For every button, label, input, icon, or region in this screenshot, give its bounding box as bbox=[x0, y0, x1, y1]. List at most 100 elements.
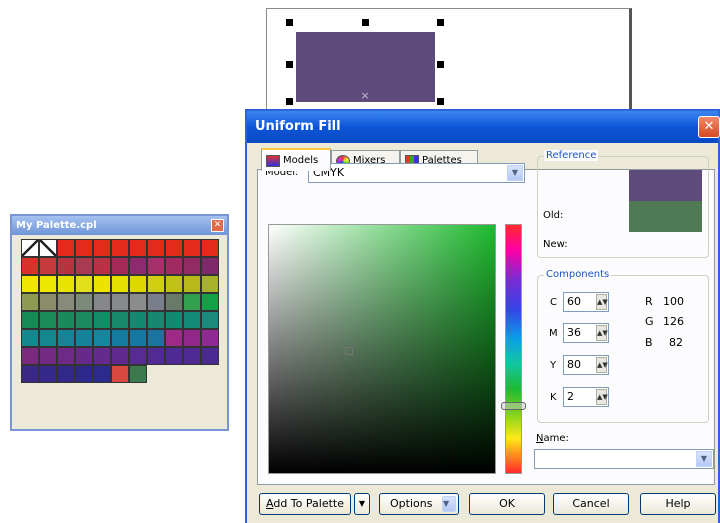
palette-color-swatch[interactable] bbox=[183, 347, 201, 365]
palette-color-swatch[interactable] bbox=[93, 275, 111, 293]
palette-color-swatch[interactable] bbox=[165, 293, 183, 311]
color-picker-marker[interactable] bbox=[345, 347, 353, 355]
color-picker-square[interactable] bbox=[268, 224, 496, 474]
cyan-input[interactable]: 60 ▲▼ bbox=[563, 292, 609, 312]
palette-close-button[interactable]: ✕ bbox=[211, 219, 224, 232]
palette-color-swatch[interactable] bbox=[201, 239, 219, 257]
palette-color-swatch[interactable] bbox=[93, 365, 111, 383]
selection-handle-bottom-left[interactable] bbox=[286, 98, 293, 105]
selection-handle-top-left[interactable] bbox=[286, 19, 293, 26]
palette-color-swatch[interactable] bbox=[129, 275, 147, 293]
palette-color-swatch[interactable] bbox=[75, 293, 93, 311]
add-to-palette-button[interactable]: Add To Palette bbox=[259, 493, 351, 515]
palette-color-swatch[interactable] bbox=[129, 311, 147, 329]
palette-color-swatch[interactable] bbox=[165, 347, 183, 365]
model-dropdown[interactable]: CMYK ▼ bbox=[308, 163, 525, 183]
palette-color-swatch[interactable] bbox=[201, 329, 219, 347]
name-dropdown[interactable]: ▼ bbox=[534, 449, 714, 469]
palette-color-swatch[interactable] bbox=[147, 293, 165, 311]
palette-color-swatch[interactable] bbox=[21, 257, 39, 275]
selection-handle-middle-right[interactable] bbox=[437, 61, 444, 68]
palette-color-swatch[interactable] bbox=[21, 293, 39, 311]
palette-color-swatch[interactable] bbox=[165, 257, 183, 275]
palette-color-swatch[interactable] bbox=[201, 257, 219, 275]
palette-color-swatch[interactable] bbox=[129, 365, 147, 383]
selection-handle-top-right[interactable] bbox=[437, 19, 444, 26]
palette-color-swatch[interactable] bbox=[39, 347, 57, 365]
palette-color-swatch[interactable] bbox=[57, 275, 75, 293]
help-button[interactable]: Help bbox=[640, 493, 716, 515]
options-button[interactable]: Options ▼ bbox=[379, 493, 459, 515]
magenta-spinner[interactable]: ▲▼ bbox=[596, 325, 608, 341]
palette-color-swatch[interactable] bbox=[39, 329, 57, 347]
palette-color-swatch[interactable] bbox=[21, 365, 39, 383]
palette-color-swatch[interactable] bbox=[165, 311, 183, 329]
palette-color-swatch[interactable] bbox=[75, 365, 93, 383]
palette-color-swatch[interactable] bbox=[147, 257, 165, 275]
palette-color-swatch[interactable] bbox=[111, 329, 129, 347]
palette-color-swatch[interactable] bbox=[165, 329, 183, 347]
palette-color-swatch[interactable] bbox=[111, 311, 129, 329]
palette-color-swatch[interactable] bbox=[183, 293, 201, 311]
color-slider[interactable] bbox=[505, 224, 522, 474]
color-slider-handle[interactable] bbox=[501, 402, 526, 410]
palette-color-swatch[interactable] bbox=[21, 347, 39, 365]
selection-handle-top-middle[interactable] bbox=[362, 19, 369, 26]
black-spinner[interactable]: ▲▼ bbox=[596, 389, 608, 405]
yellow-input[interactable]: 80 ▲▼ bbox=[563, 355, 609, 375]
palette-color-swatch[interactable] bbox=[57, 311, 75, 329]
palette-color-swatch[interactable] bbox=[183, 257, 201, 275]
palette-color-swatch[interactable] bbox=[57, 329, 75, 347]
palette-color-swatch[interactable] bbox=[165, 239, 183, 257]
palette-color-swatch[interactable] bbox=[57, 293, 75, 311]
palette-color-swatch[interactable] bbox=[21, 275, 39, 293]
yellow-spinner[interactable]: ▲▼ bbox=[596, 357, 608, 373]
cancel-button[interactable]: Cancel bbox=[553, 493, 629, 515]
ok-button[interactable]: OK bbox=[469, 493, 545, 515]
palette-color-swatch[interactable] bbox=[111, 275, 129, 293]
palette-color-swatch[interactable] bbox=[129, 257, 147, 275]
palette-color-swatch[interactable] bbox=[39, 275, 57, 293]
palette-color-swatch[interactable] bbox=[183, 329, 201, 347]
palette-color-swatch[interactable] bbox=[129, 239, 147, 257]
palette-color-swatch[interactable] bbox=[57, 257, 75, 275]
add-to-palette-menu-button[interactable]: ▼ bbox=[354, 493, 370, 515]
custom-palette-window[interactable]: My Palette.cpl ✕ bbox=[10, 214, 229, 431]
palette-color-swatch[interactable] bbox=[165, 275, 183, 293]
palette-color-swatch[interactable] bbox=[201, 275, 219, 293]
palette-swatch-grid[interactable] bbox=[21, 239, 224, 383]
palette-titlebar[interactable]: My Palette.cpl ✕ bbox=[12, 216, 227, 235]
tab-models[interactable]: Models bbox=[261, 148, 331, 171]
palette-color-swatch[interactable] bbox=[75, 239, 93, 257]
palette-color-swatch[interactable] bbox=[39, 257, 57, 275]
palette-color-swatch[interactable] bbox=[201, 293, 219, 311]
palette-color-swatch[interactable] bbox=[147, 239, 165, 257]
palette-color-swatch[interactable] bbox=[75, 329, 93, 347]
chevron-down-icon[interactable]: ▼ bbox=[507, 165, 523, 181]
palette-color-swatch[interactable] bbox=[93, 347, 111, 365]
selection-handle-bottom-right[interactable] bbox=[437, 98, 444, 105]
palette-color-swatch[interactable] bbox=[111, 257, 129, 275]
palette-color-swatch[interactable] bbox=[21, 329, 39, 347]
selection-handle-middle-left[interactable] bbox=[286, 61, 293, 68]
palette-color-swatch[interactable] bbox=[39, 365, 57, 383]
name-chevron-down-icon[interactable]: ▼ bbox=[696, 451, 712, 467]
palette-no-color-cell[interactable] bbox=[39, 239, 57, 257]
palette-color-swatch[interactable] bbox=[201, 311, 219, 329]
palette-color-swatch[interactable] bbox=[183, 239, 201, 257]
palette-color-swatch[interactable] bbox=[183, 275, 201, 293]
palette-color-swatch[interactable] bbox=[129, 293, 147, 311]
palette-color-swatch[interactable] bbox=[93, 311, 111, 329]
palette-color-swatch[interactable] bbox=[111, 239, 129, 257]
palette-eyedropper-cell[interactable] bbox=[21, 239, 39, 257]
dialog-close-button[interactable]: ✕ bbox=[698, 116, 720, 138]
palette-color-swatch[interactable] bbox=[39, 293, 57, 311]
palette-color-swatch[interactable] bbox=[129, 347, 147, 365]
palette-color-swatch[interactable] bbox=[147, 347, 165, 365]
palette-color-swatch[interactable] bbox=[147, 275, 165, 293]
palette-color-swatch[interactable] bbox=[147, 311, 165, 329]
magenta-input[interactable]: 36 ▲▼ bbox=[563, 323, 609, 343]
black-input[interactable]: 2 ▲▼ bbox=[563, 387, 609, 407]
palette-color-swatch[interactable] bbox=[93, 239, 111, 257]
cyan-spinner[interactable]: ▲▼ bbox=[596, 294, 608, 310]
